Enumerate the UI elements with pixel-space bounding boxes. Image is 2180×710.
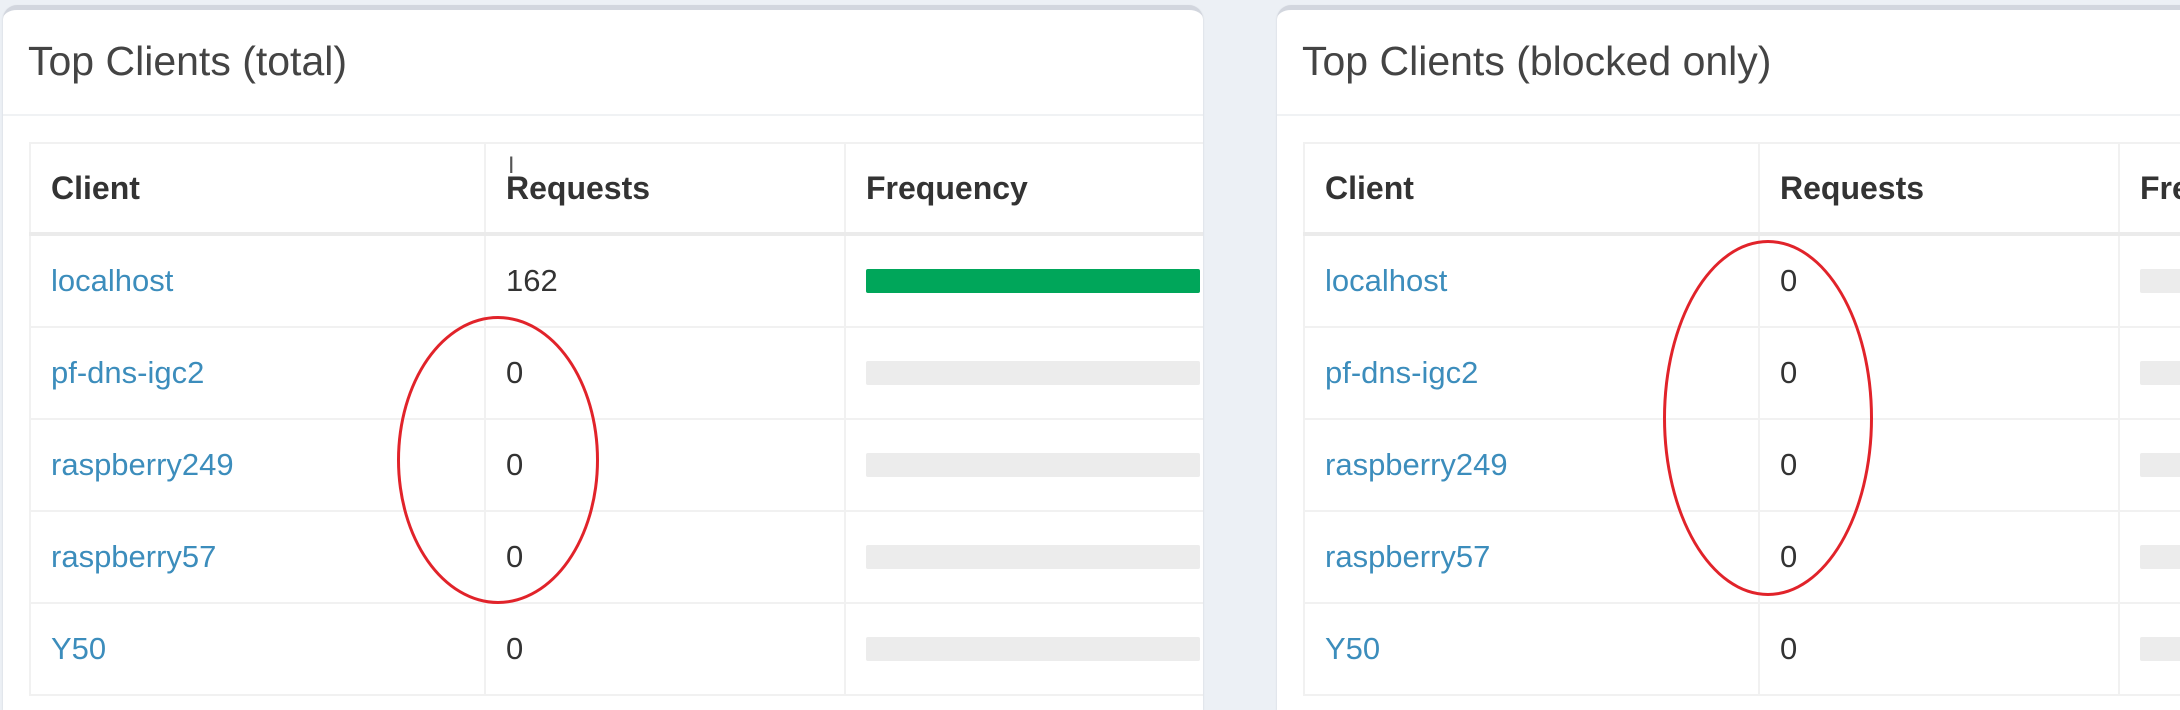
- client-cell: raspberry57: [29, 510, 486, 604]
- table-row: localhost 0: [1303, 233, 2180, 328]
- table-row: raspberry249 0: [29, 418, 1203, 512]
- requests-cell: 0: [1758, 510, 2120, 604]
- column-header-client[interactable]: Client: [1303, 142, 1760, 236]
- client-link[interactable]: localhost: [1325, 263, 1447, 298]
- client-link[interactable]: raspberry249: [51, 447, 234, 482]
- client-link[interactable]: Y50: [51, 631, 106, 666]
- frequency-cell: [2118, 326, 2180, 420]
- table-row: raspberry57 0: [1303, 510, 2180, 604]
- table-row: Y50 0: [29, 602, 1203, 696]
- client-cell: localhost: [1303, 233, 1760, 328]
- requests-cell: 162: [484, 233, 846, 328]
- frequency-cell: [2118, 233, 2180, 328]
- table-row: localhost 162: [29, 233, 1203, 328]
- panel-title: Top Clients (total): [28, 38, 348, 84]
- client-cell: raspberry249: [1303, 418, 1760, 512]
- client-cell: raspberry249: [29, 418, 486, 512]
- requests-cell: 0: [484, 510, 846, 604]
- client-cell: pf-dns-igc2: [29, 326, 486, 420]
- frequency-cell: [844, 602, 1203, 696]
- requests-cell: 0: [1758, 418, 2120, 512]
- table-row: raspberry57 0: [29, 510, 1203, 604]
- top-clients-total-table: Client Requests Frequency localhost 162 …: [29, 142, 1203, 696]
- table-row: pf-dns-igc2 0: [1303, 326, 2180, 420]
- client-cell: Y50: [29, 602, 486, 696]
- frequency-cell: [844, 510, 1203, 604]
- requests-cell: 0: [1758, 233, 2120, 328]
- client-link[interactable]: pf-dns-igc2: [51, 355, 204, 390]
- frequency-bar: [866, 269, 1200, 293]
- requests-cell: 0: [484, 418, 846, 512]
- client-link[interactable]: raspberry57: [51, 539, 216, 574]
- column-header-client[interactable]: Client: [29, 142, 486, 236]
- table-header-row: Client Requests Frequency: [29, 142, 1203, 236]
- frequency-bar: [866, 545, 1200, 569]
- frequency-bar: [2140, 453, 2180, 477]
- top-clients-total-panel: Top Clients (total) Client Requests Freq…: [3, 5, 1203, 710]
- top-clients-blocked-table: Client Requests Frequency localhost 0 pf…: [1303, 142, 2180, 696]
- column-header-requests[interactable]: Requests: [484, 142, 846, 236]
- frequency-bar: [2140, 545, 2180, 569]
- column-header-frequency[interactable]: Frequency: [2118, 142, 2180, 236]
- frequency-bar: [866, 361, 1200, 385]
- frequency-bar: [866, 453, 1200, 477]
- client-link[interactable]: localhost: [51, 263, 173, 298]
- top-clients-blocked-panel: Top Clients (blocked only) Client Reques…: [1277, 5, 2180, 710]
- frequency-bar: [2140, 361, 2180, 385]
- client-link[interactable]: pf-dns-igc2: [1325, 355, 1478, 390]
- frequency-cell: [2118, 510, 2180, 604]
- frequency-cell: [844, 418, 1203, 512]
- panel-header: Top Clients (blocked only): [1277, 10, 2180, 116]
- text-cursor-icon: I: [508, 154, 515, 179]
- frequency-bar-fill: [866, 269, 1200, 293]
- frequency-bar: [2140, 269, 2180, 293]
- table-row: raspberry249 0: [1303, 418, 2180, 512]
- table-header-row: Client Requests Frequency: [1303, 142, 2180, 236]
- frequency-cell: [844, 326, 1203, 420]
- table-row: pf-dns-igc2 0: [29, 326, 1203, 420]
- client-cell: Y50: [1303, 602, 1760, 696]
- frequency-cell: [844, 233, 1203, 328]
- frequency-bar: [866, 637, 1200, 661]
- client-cell: pf-dns-igc2: [1303, 326, 1760, 420]
- client-link[interactable]: Y50: [1325, 631, 1380, 666]
- column-header-requests[interactable]: Requests: [1758, 142, 2120, 236]
- frequency-bar: [2140, 637, 2180, 661]
- frequency-cell: [2118, 602, 2180, 696]
- requests-cell: 0: [484, 602, 846, 696]
- table-row: Y50 0: [1303, 602, 2180, 696]
- requests-cell: 0: [1758, 326, 2120, 420]
- client-link[interactable]: raspberry249: [1325, 447, 1508, 482]
- requests-cell: 0: [484, 326, 846, 420]
- client-link[interactable]: raspberry57: [1325, 539, 1490, 574]
- frequency-cell: [2118, 418, 2180, 512]
- client-cell: localhost: [29, 233, 486, 328]
- requests-cell: 0: [1758, 602, 2120, 696]
- client-cell: raspberry57: [1303, 510, 1760, 604]
- panel-header: Top Clients (total): [3, 10, 1203, 116]
- column-header-frequency[interactable]: Frequency: [844, 142, 1203, 236]
- panel-title: Top Clients (blocked only): [1302, 38, 1772, 84]
